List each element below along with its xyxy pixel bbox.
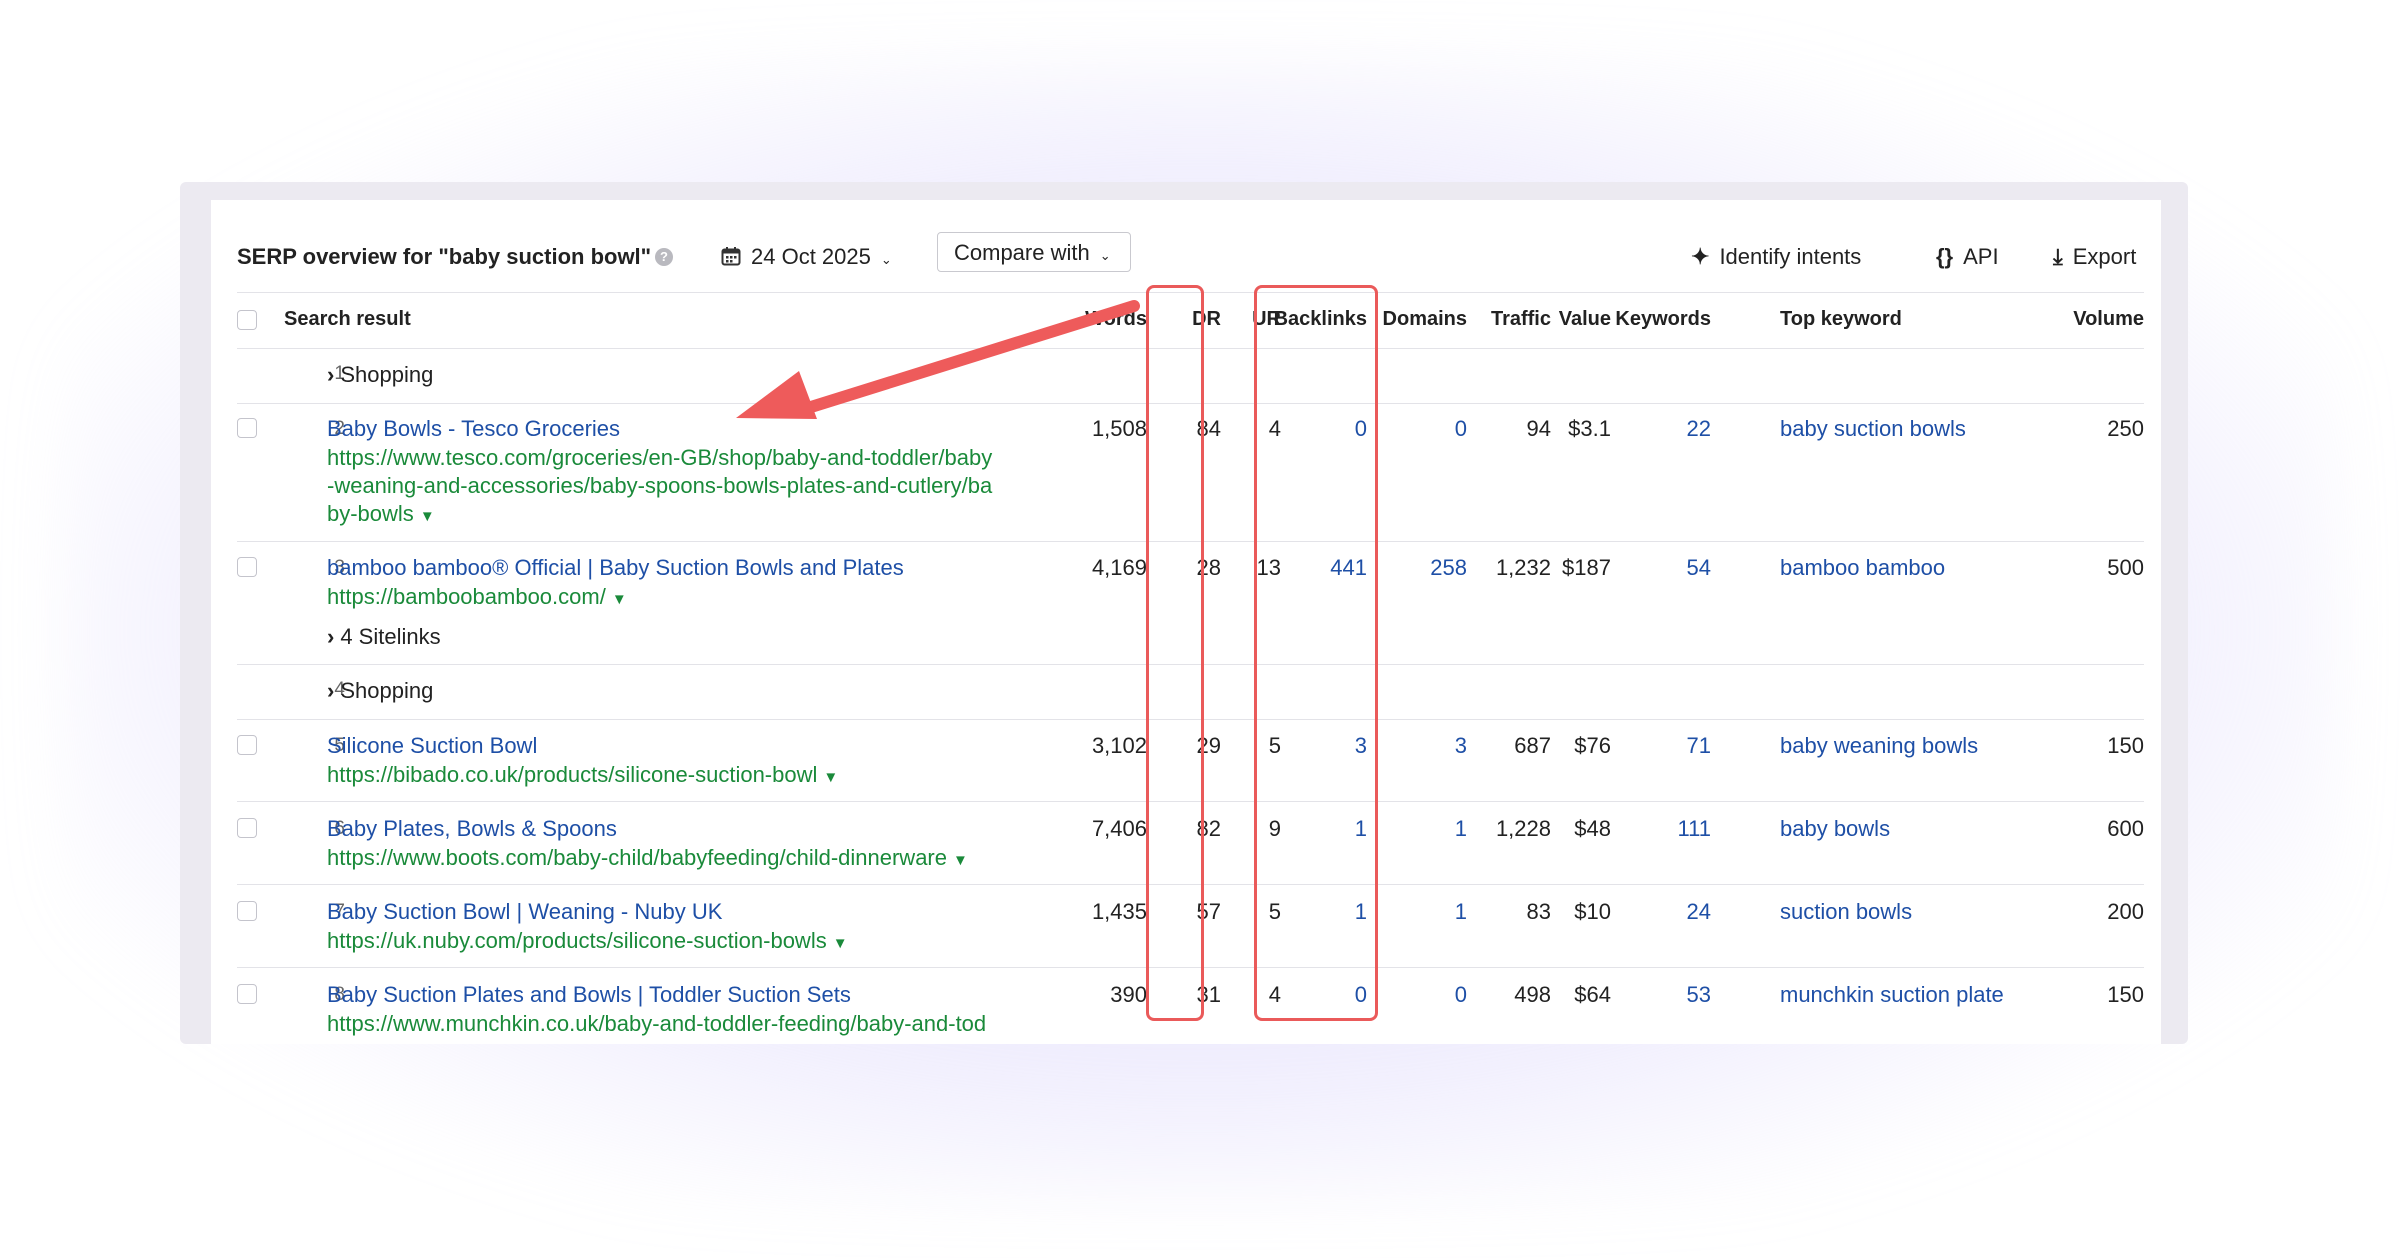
result-url[interactable]: https://uk.nuby.com/products/silicone-su… bbox=[327, 927, 848, 958]
row-checkbox[interactable] bbox=[237, 901, 257, 921]
caret-down-icon[interactable]: ▼ bbox=[953, 852, 968, 869]
result-title-link[interactable]: Baby Suction Bowl | Weaning - Nuby UK bbox=[327, 899, 722, 925]
col-search-result[interactable]: Search result bbox=[284, 308, 411, 331]
backlinks-column-highlight bbox=[1254, 285, 1378, 1021]
export-label: Export bbox=[2072, 244, 2137, 269]
chevron-right-icon: › bbox=[327, 362, 335, 387]
chevron-right-icon: › bbox=[327, 624, 335, 649]
group-label: Shopping bbox=[340, 362, 434, 387]
identify-intents-button[interactable]: ✦ Identify intents bbox=[1691, 244, 1861, 270]
volume-value: 250 bbox=[2107, 416, 2144, 441]
keywords-link[interactable]: 53 bbox=[1591, 982, 1711, 1008]
compare-with-button[interactable]: Compare with ⌄ bbox=[937, 232, 1131, 272]
sitelinks-label: 4 Sitelinks bbox=[340, 624, 441, 649]
braces-icon: {} bbox=[1936, 244, 1954, 269]
url-line: https://bibado.co.uk/products/silicone-s… bbox=[327, 762, 818, 787]
row-checkbox[interactable] bbox=[237, 418, 257, 438]
row-checkbox[interactable] bbox=[237, 735, 257, 755]
page-title: SERP overview for "baby suction bowl" bbox=[237, 244, 652, 269]
panel-header: SERP overview for "baby suction bowl" ? … bbox=[237, 232, 2161, 282]
volume-value: 200 bbox=[2107, 899, 2144, 924]
compare-label: Compare with bbox=[954, 240, 1090, 265]
col-keywords[interactable]: Keywords bbox=[1591, 308, 1711, 331]
url-line: by-bowls bbox=[327, 501, 414, 526]
api-label: API bbox=[1963, 244, 1999, 269]
url-line: https://www.tesco.com/groceries/en-GB/sh… bbox=[327, 445, 993, 470]
result-url[interactable]: https://bamboobamboo.com/ ▼ bbox=[327, 583, 627, 614]
download-icon: ⤓ bbox=[2053, 244, 2063, 269]
result-title-link[interactable]: bamboo bamboo® Official | Baby Suction B… bbox=[327, 555, 904, 581]
sparkle-icon: ✦ bbox=[1691, 244, 1710, 269]
top-keyword-link[interactable]: baby weaning bowls bbox=[1780, 733, 1978, 759]
keywords-link[interactable]: 111 bbox=[1591, 816, 1711, 842]
url-line: https://bamboobamboo.com/ bbox=[327, 584, 606, 609]
result-url[interactable]: https://www.tesco.com/groceries/en-GB/sh… bbox=[327, 444, 992, 531]
date-picker[interactable]: 24 Oct 2025 ⌄ bbox=[721, 244, 892, 270]
url-line: https://www.munchkin.co.uk/baby-and-todd… bbox=[327, 1011, 987, 1036]
top-keyword-link[interactable]: suction bowls bbox=[1780, 899, 1912, 925]
serp-overview-panel: SERP overview for "baby suction bowl" ? … bbox=[211, 200, 2161, 1044]
result-title-link[interactable]: Baby Bowls - Tesco Groceries bbox=[327, 416, 620, 442]
keywords-link[interactable]: 24 bbox=[1591, 899, 1711, 925]
identify-label: Identify intents bbox=[1719, 244, 1862, 269]
url-line: https://uk.nuby.com/products/silicone-su… bbox=[327, 928, 827, 953]
shopping-group-toggle[interactable]: › Shopping bbox=[327, 362, 433, 388]
volume-value: 600 bbox=[2107, 816, 2144, 841]
col-volume[interactable]: Volume bbox=[1991, 308, 2144, 331]
result-title-link[interactable]: Baby Plates, Bowls & Spoons bbox=[327, 816, 617, 842]
caret-down-icon[interactable]: ▼ bbox=[612, 591, 627, 608]
api-button[interactable]: {} API bbox=[1936, 244, 1999, 270]
result-title-link[interactable]: Baby Suction Plates and Bowls | Toddler … bbox=[327, 982, 851, 1008]
volume-value: 150 bbox=[2107, 982, 2144, 1007]
row-checkbox[interactable] bbox=[237, 818, 257, 838]
caret-down-icon[interactable]: ▼ bbox=[420, 508, 435, 525]
top-keyword-link[interactable]: baby bowls bbox=[1780, 816, 1890, 842]
calendar-icon bbox=[721, 247, 741, 266]
date-label: 24 Oct 2025 bbox=[751, 244, 871, 269]
select-all-checkbox[interactable] bbox=[237, 310, 257, 330]
col-top-keyword[interactable]: Top keyword bbox=[1780, 308, 1902, 331]
arrow-annotation bbox=[736, 300, 1140, 419]
chevron-down-icon: ⌄ bbox=[880, 252, 892, 267]
caret-down-icon[interactable]: ▼ bbox=[833, 935, 848, 952]
export-button[interactable]: ⤓ Export bbox=[2053, 244, 2136, 270]
top-keyword-link[interactable]: bamboo bamboo bbox=[1780, 555, 1945, 581]
result-title-link[interactable]: Silicone Suction Bowl bbox=[327, 733, 537, 759]
shopping-group-toggle[interactable]: › Shopping bbox=[327, 678, 433, 704]
row-checkbox[interactable] bbox=[237, 984, 257, 1004]
sitelinks-toggle[interactable]: › 4 Sitelinks bbox=[327, 624, 441, 650]
url-line: https://www.boots.com/baby-child/babyfee… bbox=[327, 845, 947, 870]
top-keyword-link[interactable]: munchkin suction plate bbox=[1780, 982, 2004, 1008]
chevron-right-icon: › bbox=[327, 678, 335, 703]
chevron-down-icon: ⌄ bbox=[1099, 248, 1111, 263]
top-keyword-link[interactable]: baby suction bowls bbox=[1780, 416, 1966, 442]
help-icon[interactable]: ? bbox=[655, 248, 673, 266]
keywords-link[interactable]: 22 bbox=[1591, 416, 1711, 442]
result-url[interactable]: https://www.munchkin.co.uk/baby-and-todd… bbox=[327, 1010, 986, 1038]
volume-value: 150 bbox=[2107, 733, 2144, 758]
keywords-link[interactable]: 54 bbox=[1591, 555, 1711, 581]
volume-value: 500 bbox=[2107, 555, 2144, 580]
row-checkbox[interactable] bbox=[237, 557, 257, 577]
result-url[interactable]: https://bibado.co.uk/products/silicone-s… bbox=[327, 761, 838, 792]
url-line: -weaning-and-accessories/baby-spoons-bow… bbox=[327, 473, 993, 498]
caret-down-icon[interactable]: ▼ bbox=[823, 769, 838, 786]
keywords-link[interactable]: 71 bbox=[1591, 733, 1711, 759]
group-label: Shopping bbox=[340, 678, 434, 703]
result-url[interactable]: https://www.boots.com/baby-child/babyfee… bbox=[327, 844, 968, 875]
